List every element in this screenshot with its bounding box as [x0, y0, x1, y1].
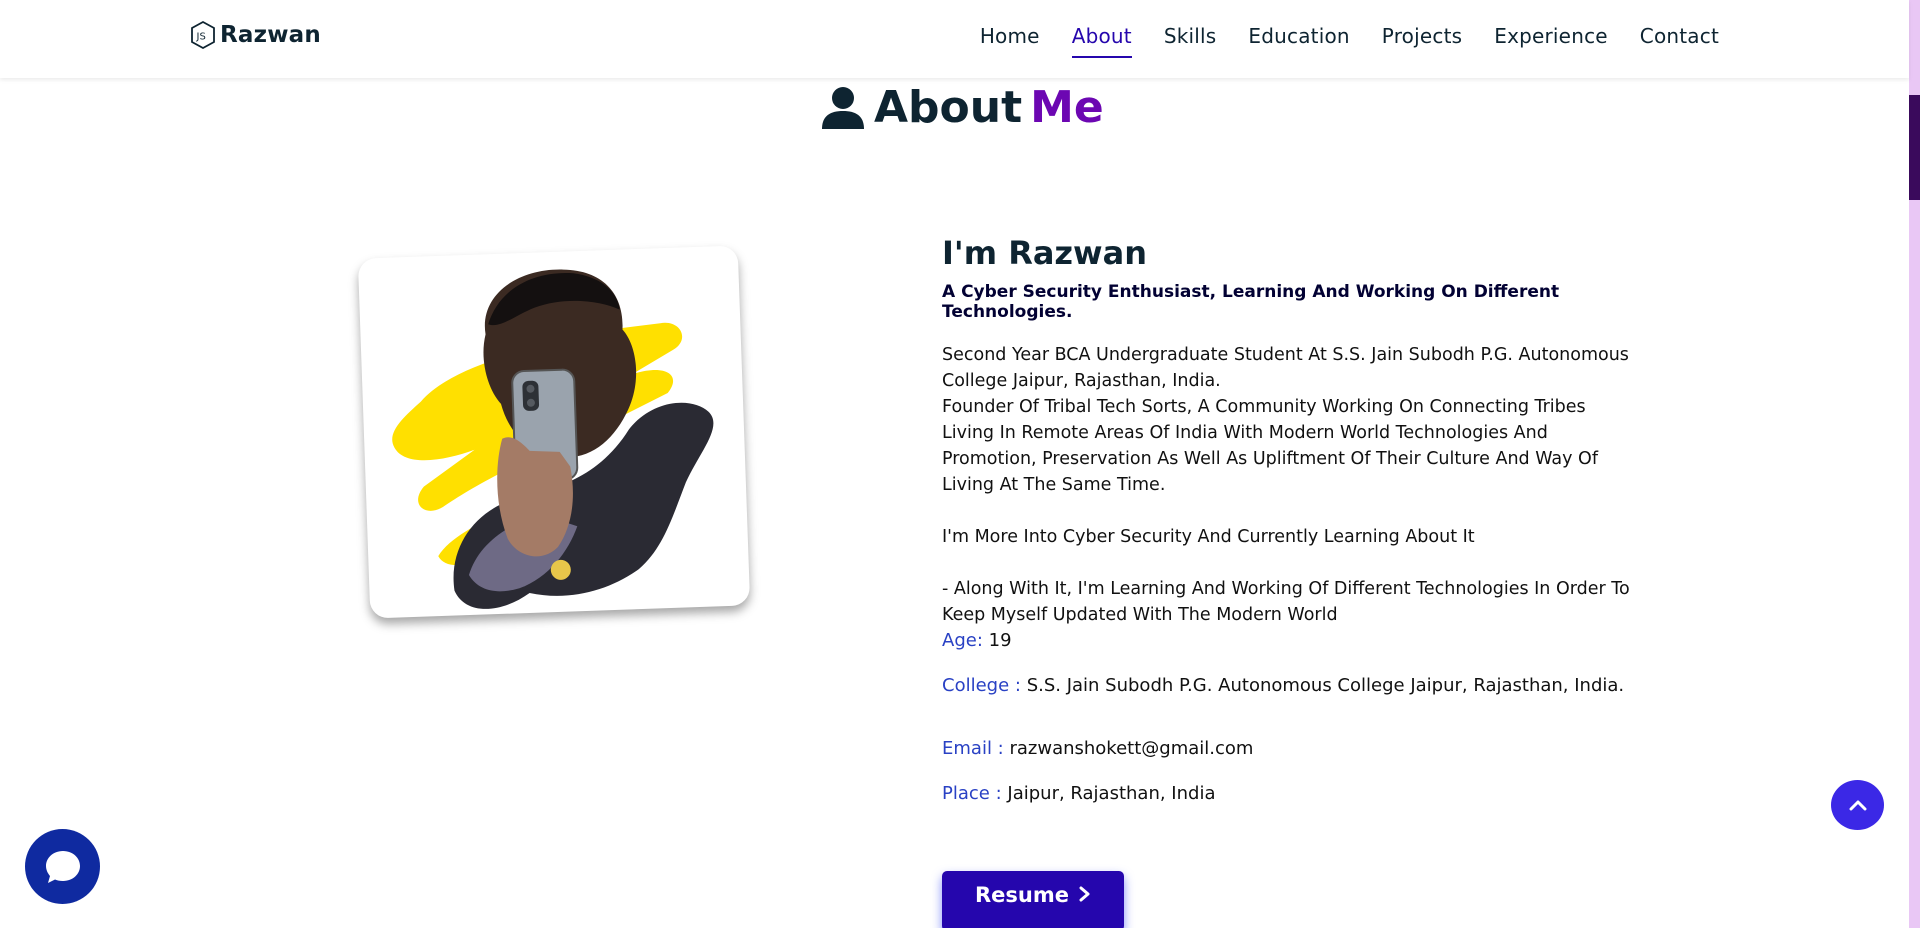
chevron-right-icon	[1079, 886, 1090, 902]
info-college: College : S.S. Jain Subodh P.G. Autonomo…	[942, 675, 1624, 696]
nav-skills[interactable]: Skills	[1164, 24, 1217, 58]
chevron-up-icon	[1849, 800, 1866, 811]
user-icon	[822, 86, 864, 129]
email-value[interactable]: razwanshokett@gmail.com	[1009, 738, 1253, 759]
college-value: S.S. Jain Subodh P.G. Autonomous College…	[1026, 675, 1625, 696]
brand-logo[interactable]: JS Razwan	[190, 20, 321, 50]
scrollbar-track[interactable]	[1909, 0, 1920, 928]
brand-name: Razwan	[220, 22, 321, 48]
heading-main: About	[874, 82, 1023, 133]
resume-button[interactable]: Resume	[942, 871, 1124, 928]
chat-bubble-icon	[45, 850, 80, 883]
bio-paragraph: Second Year BCA Undergraduate Student At…	[942, 345, 1629, 391]
place-value: Jaipur, Rajasthan, India	[1007, 783, 1216, 804]
profile-photo	[357, 245, 751, 619]
js-hexagon-icon: JS	[191, 20, 215, 50]
age-value: 19	[988, 630, 1012, 651]
nav-menu: Home About Skills Education Projects Exp…	[980, 24, 1719, 58]
college-label: College :	[942, 675, 1021, 696]
section-heading: About Me	[820, 82, 1104, 133]
nav-about[interactable]: About	[1071, 24, 1132, 58]
navbar: JS Razwan Home About Skills Education Pr…	[0, 0, 1909, 78]
bio-paragraph: Founder Of Tribal Tech Sorts, A Communit…	[942, 397, 1598, 495]
scroll-top-button[interactable]	[1831, 780, 1884, 830]
nav-projects[interactable]: Projects	[1382, 24, 1462, 58]
svg-text:JS: JS	[196, 32, 206, 43]
nav-contact[interactable]: Contact	[1640, 24, 1719, 58]
place-label: Place :	[942, 783, 1002, 804]
info-email: Email : razwanshokett@gmail.com	[942, 738, 1253, 759]
bio-paragraph: I'm More Into Cyber Security And Current…	[942, 527, 1475, 547]
info-place: Place : Jaipur, Rajasthan, India	[942, 783, 1215, 804]
bio-paragraph: - Along With It, I'm Learning And Workin…	[942, 579, 1630, 625]
info-age: Age: 19	[942, 630, 1012, 651]
heading-accent: Me	[1030, 82, 1104, 133]
nav-education[interactable]: Education	[1248, 24, 1349, 58]
about-bio: Second Year BCA Undergraduate Student At…	[942, 342, 1642, 628]
profile-image	[392, 269, 714, 609]
age-label: Age:	[942, 630, 983, 651]
about-tagline: A Cyber Security Enthusiast, Learning An…	[942, 282, 1560, 322]
nav-home[interactable]: Home	[980, 24, 1040, 58]
about-name: I'm Razwan	[942, 234, 1147, 272]
email-label: Email :	[942, 738, 1004, 759]
resume-label: Resume	[975, 883, 1069, 907]
chat-button[interactable]	[25, 829, 100, 904]
nav-experience[interactable]: Experience	[1494, 24, 1608, 58]
about-content: I'm Razwan A Cyber Security Enthusiast, …	[942, 234, 1642, 804]
scrollbar-thumb[interactable]	[1909, 95, 1920, 200]
